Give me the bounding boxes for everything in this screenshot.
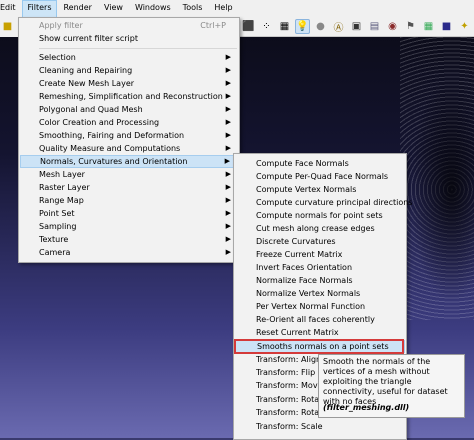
submenu-item[interactable]: Compute Vertex Normals (235, 183, 405, 196)
menu-item-smoothing[interactable]: Smoothing, Fairing and Deformation ▶ (20, 129, 238, 142)
filters-menu: Apply filter Ctrl+P Show current filter … (18, 17, 240, 263)
menu-tools[interactable]: Tools (177, 0, 209, 17)
submenu-arrow-icon: ▶ (224, 157, 230, 165)
menu-item-label: Color Creation and Processing (39, 118, 160, 127)
submenu-arrow-icon: ▶ (225, 235, 231, 243)
submenu-item[interactable]: Cut mesh along crease edges (235, 222, 405, 235)
menu-bar: Edit Filters Render View Windows Tools H… (0, 0, 474, 18)
lightbulb-icon[interactable]: 💡 (295, 19, 310, 34)
menu-item-label: Point Set (39, 209, 75, 218)
menu-edit[interactable]: Edit (0, 0, 22, 17)
menu-item-remeshing[interactable]: Remeshing, Simplification and Reconstruc… (20, 90, 238, 103)
menu-view[interactable]: View (98, 0, 129, 17)
submenu-arrow-icon: ▶ (225, 170, 231, 178)
submenu-item[interactable]: Compute Per-Quad Face Normals (235, 170, 405, 183)
menu-item-selection[interactable]: Selection ▶ (20, 51, 238, 64)
submenu-item[interactable]: Re-Orient all faces coherently (235, 313, 405, 326)
menu-item-label: Remeshing, Simplification and Reconstruc… (39, 92, 223, 101)
submenu-arrow-icon: ▶ (225, 105, 231, 113)
menu-item-label: Apply filter (39, 21, 83, 30)
submenu-item[interactable]: Compute curvature principal directions (235, 196, 412, 209)
submenu-arrow-icon: ▶ (225, 53, 231, 61)
submenu-item[interactable]: Transform: Scale (235, 420, 405, 433)
submenu-item[interactable]: Normalize Vertex Normals (235, 287, 405, 300)
menu-item-color[interactable]: Color Creation and Processing ▶ (20, 116, 238, 129)
square-icon[interactable]: ■ (439, 19, 454, 34)
submenu-item[interactable]: Discrete Curvatures (235, 235, 405, 248)
submenu-item[interactable]: Compute normals for point sets (235, 209, 405, 222)
toolbar-left: ■ (0, 17, 18, 37)
submenu-arrow-icon: ▶ (225, 248, 231, 256)
star-icon[interactable]: ✦ (457, 19, 472, 34)
menu-item-label: Smoothing, Fairing and Deformation (39, 131, 185, 140)
menu-item-mesh-layer[interactable]: Mesh Layer ▶ (20, 168, 238, 181)
menu-item-label: Show current filter script (39, 34, 138, 43)
filter-tooltip: Smooth the normals of the vertices of a … (318, 354, 465, 418)
submenu-arrow-icon: ▶ (225, 79, 231, 87)
submenu-arrow-icon: ▶ (225, 118, 231, 126)
point-cloud (400, 30, 474, 320)
submenu-arrow-icon: ▶ (225, 131, 231, 139)
menu-item-label: Normals, Curvatures and Orientation (40, 157, 188, 166)
annotate-icon[interactable]: Ⓐ (331, 19, 346, 34)
annotation-highlight-box (234, 339, 404, 354)
mesh-icon[interactable]: ▦ (277, 19, 292, 34)
menu-item-label: Polygonal and Quad Mesh (39, 105, 143, 114)
submenu-item[interactable]: Per Vertex Normal Function (235, 300, 405, 313)
submenu-arrow-icon: ▶ (225, 222, 231, 230)
menu-item-raster-layer[interactable]: Raster Layer ▶ (20, 181, 238, 194)
menu-item-label: Cleaning and Repairing (39, 66, 133, 75)
menu-item-label: Range Map (39, 196, 84, 205)
menu-item-quality[interactable]: Quality Measure and Computations ▶ (20, 142, 238, 155)
menu-item-normals[interactable]: Normals, Curvatures and Orientation ▶ (20, 155, 238, 168)
submenu-arrow-icon: ▶ (225, 196, 231, 204)
menu-item-label: Texture (39, 235, 69, 244)
submenu-arrow-icon: ▶ (225, 183, 231, 191)
submenu-arrow-icon: ▶ (225, 92, 231, 100)
menu-item-point-set[interactable]: Point Set ▶ (20, 207, 238, 220)
menu-item-create-layer[interactable]: Create New Mesh Layer ▶ (20, 77, 238, 90)
sphere-icon[interactable]: ● (313, 19, 328, 34)
menu-item-range-map[interactable]: Range Map ▶ (20, 194, 238, 207)
toolbar: ⬛ ⁘ ▦ 💡 ● Ⓐ ▣ ▤ ◉ ⚑ ▦ ■ ✦ (238, 17, 474, 37)
open-icon[interactable]: ■ (0, 19, 15, 34)
menu-item-label: Quality Measure and Computations (39, 144, 181, 153)
menu-item-label: Selection (39, 53, 76, 62)
mesh-dark-icon[interactable]: ▣ (349, 19, 364, 34)
menu-separator (39, 48, 237, 49)
submenu-item[interactable]: Reset Current Matrix (235, 326, 405, 339)
menu-item-label: Create New Mesh Layer (39, 79, 135, 88)
menu-item-apply-filter[interactable]: Apply filter Ctrl+P (20, 19, 238, 32)
menu-item-camera[interactable]: Camera ▶ (20, 246, 238, 259)
menu-render[interactable]: Render (57, 0, 97, 17)
menu-item-texture[interactable]: Texture ▶ (20, 233, 238, 246)
submenu-item[interactable]: Compute Face Normals (235, 157, 405, 170)
menu-item-cleaning[interactable]: Cleaning and Repairing ▶ (20, 64, 238, 77)
cube-icon[interactable]: ⬛ (241, 19, 256, 34)
flag-icon[interactable]: ⚑ (403, 19, 418, 34)
menu-item-label: Sampling (39, 222, 77, 231)
menu-windows[interactable]: Windows (129, 0, 177, 17)
menu-item-show-script[interactable]: Show current filter script (20, 32, 238, 45)
image-icon[interactable]: ▤ (367, 19, 382, 34)
menu-item-sampling[interactable]: Sampling ▶ (20, 220, 238, 233)
menu-item-polygonal[interactable]: Polygonal and Quad Mesh ▶ (20, 103, 238, 116)
shortcut-label: Ctrl+P (200, 21, 226, 30)
submenu-arrow-icon: ▶ (225, 66, 231, 74)
submenu-item[interactable]: Freeze Current Matrix (235, 248, 405, 261)
tooltip-file: (filter_meshing.dll) (323, 403, 410, 412)
submenu-item[interactable]: Normalize Face Normals (235, 274, 405, 287)
grid-icon[interactable]: ▦ (421, 19, 436, 34)
menu-item-label: Mesh Layer (39, 170, 85, 179)
camera-icon[interactable]: ◉ (385, 19, 400, 34)
submenu-arrow-icon: ▶ (225, 144, 231, 152)
submenu-item[interactable]: Invert Faces Orientation (235, 261, 405, 274)
menu-help[interactable]: Help (208, 0, 238, 17)
menu-item-label: Camera (39, 248, 71, 257)
menu-filters[interactable]: Filters (21, 0, 58, 18)
menu-item-label: Raster Layer (39, 183, 90, 192)
tooltip-text: Smooth the normals of the vertices of a … (323, 357, 448, 406)
dots-icon[interactable]: ⁘ (259, 19, 274, 34)
submenu-arrow-icon: ▶ (225, 209, 231, 217)
